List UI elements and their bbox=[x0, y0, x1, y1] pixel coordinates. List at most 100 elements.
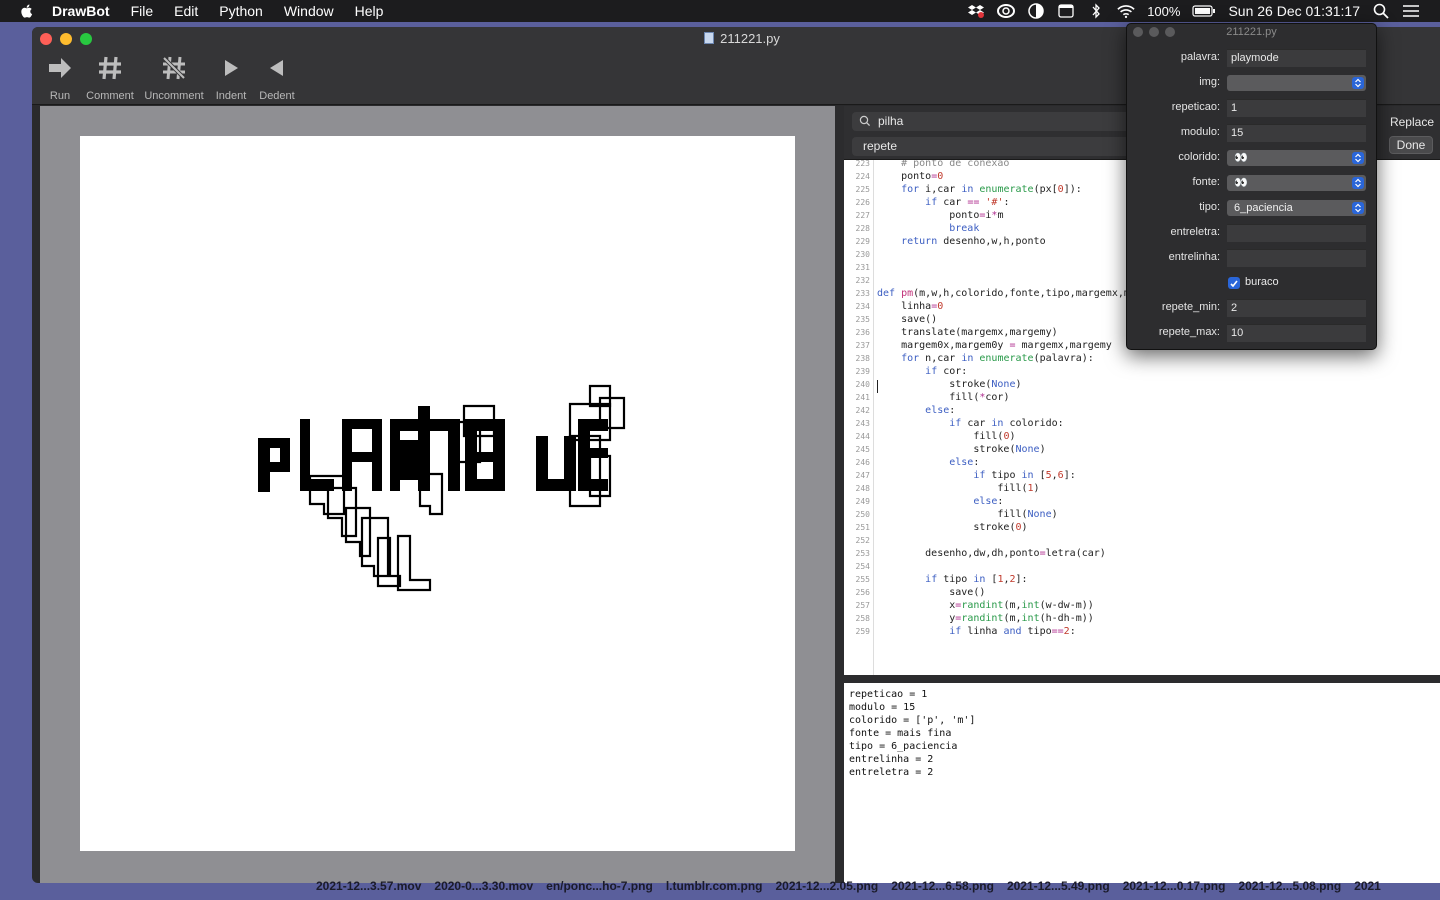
line-number: 258 bbox=[855, 614, 870, 623]
control-center-icon[interactable] bbox=[1402, 3, 1420, 19]
wifi-icon[interactable] bbox=[1117, 3, 1135, 19]
line-number: 256 bbox=[855, 588, 870, 597]
desktop-file[interactable]: 2021-12...5.49.png bbox=[1007, 879, 1110, 900]
dropbox-icon[interactable] bbox=[967, 3, 985, 19]
palette-row: img: bbox=[1127, 73, 1378, 93]
text-field[interactable]: 15 bbox=[1227, 124, 1366, 142]
apple-icon[interactable] bbox=[18, 2, 36, 20]
line-number: 227 bbox=[855, 211, 870, 220]
text-field[interactable]: 2 bbox=[1227, 299, 1366, 317]
uncomment-button[interactable]: Uncomment bbox=[140, 53, 208, 102]
palette-zoom-button[interactable] bbox=[1165, 27, 1175, 37]
clock[interactable]: Sun 26 Dec 01:31:17 bbox=[1228, 3, 1360, 19]
palette-row: modulo: 15 bbox=[1127, 123, 1378, 143]
done-button[interactable]: Done bbox=[1389, 136, 1433, 154]
palette-minimize-button[interactable] bbox=[1149, 27, 1159, 37]
palette-row: entreletra: bbox=[1127, 223, 1378, 243]
battery-icon[interactable] bbox=[1192, 3, 1216, 19]
code-line: 242 else: bbox=[844, 404, 956, 417]
replace-input[interactable]: repete bbox=[852, 137, 1142, 156]
line-number: 245 bbox=[855, 445, 870, 454]
drawing-canvas-area[interactable] bbox=[40, 106, 835, 883]
code-text: stroke(None) bbox=[877, 379, 1022, 390]
line-number: 242 bbox=[855, 406, 870, 415]
code-line: 256 save() bbox=[844, 586, 986, 599]
menu-help[interactable]: Help bbox=[355, 0, 384, 22]
text-field[interactable]: 1 bbox=[1227, 99, 1366, 117]
desktop-file[interactable]: l.tumblr.com.png bbox=[666, 879, 763, 900]
uncomment-label: Uncomment bbox=[144, 90, 204, 102]
code-line: 228 break bbox=[844, 222, 980, 235]
menu-app-name[interactable]: DrawBot bbox=[52, 0, 110, 22]
desktop-file[interactable]: 2021 bbox=[1354, 879, 1381, 900]
palette-close-button[interactable] bbox=[1133, 27, 1143, 37]
code-text: if linha and tipo==2: bbox=[949, 626, 1076, 637]
palette-row: fonte: 👀 bbox=[1127, 173, 1378, 193]
field-value: 👀 bbox=[1234, 177, 1248, 189]
run-button[interactable]: Run bbox=[40, 53, 80, 102]
code-text: fill(1) bbox=[877, 483, 1040, 494]
line-number: 254 bbox=[855, 562, 870, 571]
menu-python[interactable]: Python bbox=[219, 0, 263, 22]
checkbox[interactable] bbox=[1228, 277, 1240, 289]
calendar-icon[interactable] bbox=[1057, 3, 1075, 19]
desktop-file[interactable]: 2021-12...0.17.png bbox=[1123, 879, 1226, 900]
code-line: 250 fill(None) bbox=[844, 508, 1058, 521]
text-field[interactable]: 10 bbox=[1227, 324, 1366, 342]
horizontal-splitter[interactable] bbox=[844, 675, 1440, 683]
window-title-text: 211221.py bbox=[720, 31, 780, 46]
code-text: if tipo in [1,2]: bbox=[925, 574, 1028, 585]
replace-button[interactable]: Replace bbox=[1390, 115, 1434, 129]
field-label: img: bbox=[1199, 76, 1220, 88]
find-input[interactable]: pilha bbox=[852, 112, 1142, 131]
desktop-file[interactable]: 2021-12...2.05.png bbox=[775, 879, 878, 900]
vertical-splitter[interactable] bbox=[835, 106, 844, 883]
spotlight-search-icon[interactable] bbox=[1372, 3, 1390, 19]
field-label: entrelinha: bbox=[1168, 251, 1220, 263]
code-line: 245 stroke(None) bbox=[844, 443, 1046, 456]
line-number: 250 bbox=[855, 510, 870, 519]
menu-file[interactable]: File bbox=[131, 0, 154, 22]
popup-select[interactable]: 👀 bbox=[1227, 175, 1366, 191]
palette-row: repeticao: 1 bbox=[1127, 98, 1378, 118]
menu-bar: DrawBot File Edit Python Window Help 100… bbox=[0, 0, 1440, 22]
text-field[interactable]: playmode bbox=[1227, 49, 1366, 67]
output-line: repeticao = 1 bbox=[849, 689, 928, 700]
find-input-value: pilha bbox=[878, 114, 904, 128]
field-label: repete_max: bbox=[1158, 326, 1220, 338]
palette-row: repete_min: 2 bbox=[1127, 298, 1378, 318]
desktop-file[interactable]: 2021-12...5.08.png bbox=[1238, 879, 1341, 900]
output-line: entrelinha = 2 bbox=[849, 754, 934, 765]
half-circle-icon[interactable] bbox=[1027, 3, 1045, 19]
triangle-left-icon bbox=[268, 53, 286, 83]
desktop-file[interactable]: 2021-12...6.58.png bbox=[891, 879, 994, 900]
dedent-button[interactable]: Dedent bbox=[254, 53, 300, 102]
code-text: translate(margemx,margemy) bbox=[877, 327, 1058, 338]
text-field[interactable] bbox=[1227, 224, 1366, 242]
creative-cloud-icon[interactable] bbox=[997, 3, 1016, 19]
bluetooth-icon[interactable] bbox=[1087, 3, 1105, 19]
popup-select[interactable]: 6_paciencia bbox=[1227, 200, 1366, 216]
line-number: 257 bbox=[855, 601, 870, 610]
output-console[interactable]: repeticao = 1 modulo = 15 colorido = ['p… bbox=[844, 683, 1440, 883]
menu-edit[interactable]: Edit bbox=[174, 0, 198, 22]
text-field[interactable] bbox=[1227, 249, 1366, 267]
comment-button[interactable]: Comment bbox=[80, 53, 140, 102]
desktop-file[interactable]: 2020-0...3.30.mov bbox=[434, 879, 533, 900]
desktop-file[interactable]: 2021-12...3.57.mov bbox=[316, 879, 421, 900]
menu-window[interactable]: Window bbox=[284, 0, 334, 22]
line-number: 243 bbox=[855, 419, 870, 428]
code-text: if tipo in [5,6]: bbox=[973, 470, 1076, 481]
popup-select[interactable] bbox=[1227, 75, 1366, 91]
desktop-file[interactable]: en/ponc...ho-7.png bbox=[546, 879, 653, 900]
checkbox-label[interactable]: buraco bbox=[1245, 276, 1279, 288]
line-number: 230 bbox=[855, 250, 870, 259]
code-text: stroke(0) bbox=[877, 522, 1028, 533]
code-text: else: bbox=[973, 496, 1004, 507]
popup-select[interactable]: 👀 bbox=[1227, 150, 1366, 166]
line-number: 233 bbox=[855, 289, 870, 298]
indent-button[interactable]: Indent bbox=[208, 53, 254, 102]
line-number: 241 bbox=[855, 393, 870, 402]
line-number: 236 bbox=[855, 328, 870, 337]
line-number: 234 bbox=[855, 302, 870, 311]
